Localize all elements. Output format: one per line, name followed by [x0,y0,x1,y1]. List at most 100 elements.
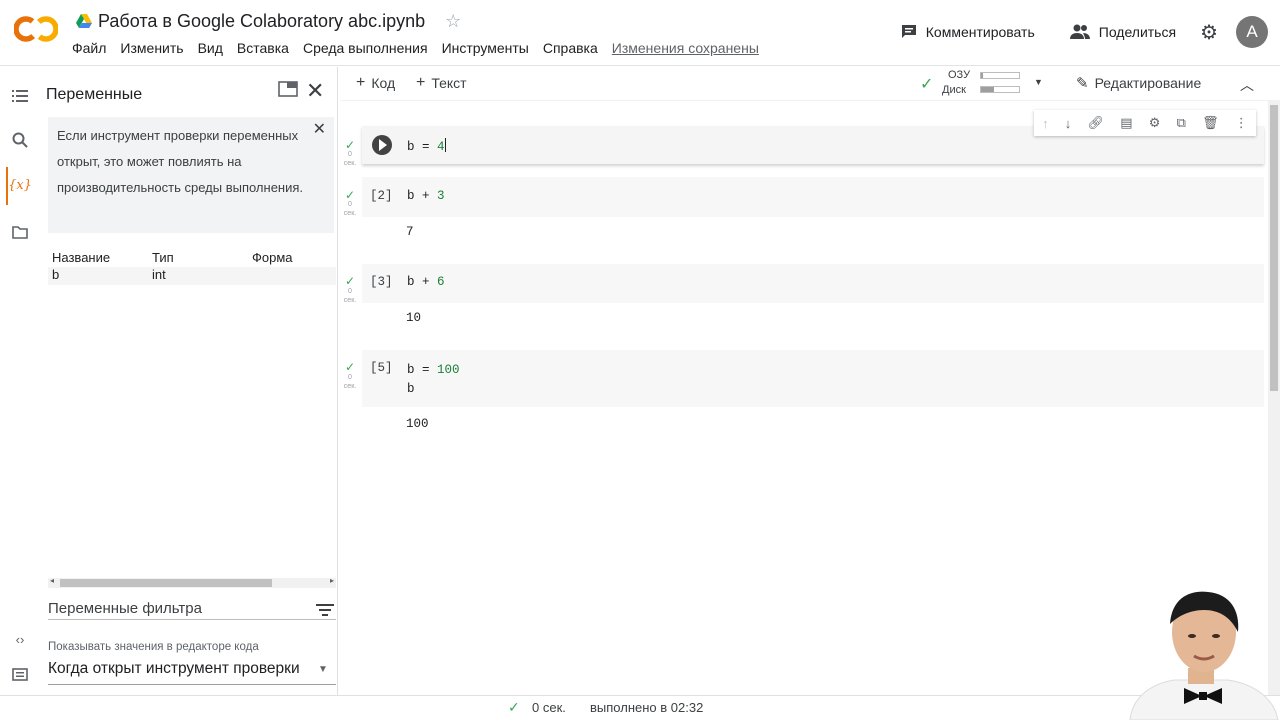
col-shape[interactable]: Форма [252,250,293,265]
cell-code[interactable]: b = 4 [407,138,446,154]
saved-status-link[interactable]: Изменения сохранены [612,40,759,56]
ram-label: ОЗУ [948,69,971,81]
cell-settings-gear-icon[interactable]: ⚙ [1149,115,1161,131]
editing-mode-button[interactable]: ✎ Редактирование [1076,74,1201,92]
scroll-left-arrow-icon[interactable]: ◂ [50,576,54,585]
account-avatar[interactable]: A [1236,16,1268,48]
cell-exec-time: 0 сек. [343,374,357,390]
col-name[interactable]: Название [52,250,110,265]
open-in-tab-icon[interactable] [278,81,298,102]
ram-usage-bar [980,72,1020,79]
menu-view[interactable]: Вид [198,40,223,56]
link-icon[interactable]: 🔗︎ [1088,115,1105,131]
menu-edit[interactable]: Изменить [120,40,183,56]
share-label: Поделиться [1098,24,1177,40]
disk-label: Диск [942,84,966,96]
cell-output: 100 [406,417,429,431]
header: Работа в Google Colaboratory abc.ipynb ☆… [0,0,1280,66]
mirror-cell-icon[interactable]: ⧉ [1177,115,1186,131]
cell-output: 7 [406,225,414,239]
resources-dropdown-icon[interactable]: ▼ [1034,77,1043,87]
cell-toolbar: ↑ ↓ 🔗︎ ▤ ⚙ ⧉ 🗑︎ ⋮ [1034,110,1256,136]
select-dropdown-arrow-icon[interactable]: ▼ [318,664,328,675]
add-text-label: Текст [431,75,467,91]
filter-underline [48,619,336,620]
star-icon[interactable]: ☆ [445,11,461,32]
table-of-contents-icon[interactable] [10,86,30,106]
scroll-right-arrow-icon[interactable]: ▸ [330,576,334,585]
move-up-arrow-icon[interactable]: ↑ [1042,116,1049,131]
menu-tools[interactable]: Инструменты [442,40,529,56]
run-cell-button[interactable] [372,135,392,155]
editing-label: Редактирование [1094,75,1202,91]
disk-usage-fill [981,87,995,92]
filter-variables-field[interactable]: Переменные фильтра [48,600,202,617]
menu-file[interactable]: Файл [72,40,106,56]
ram-usage-fill [981,73,983,78]
pencil-icon: ✎ [1076,75,1089,92]
move-down-arrow-icon[interactable]: ↓ [1065,116,1072,131]
horizontal-scroll-thumb[interactable] [60,579,272,587]
status-duration: 0 сек. [532,700,566,715]
variable-name: b [52,267,60,282]
code-cell[interactable]: [5] b = 100 b [362,350,1264,407]
people-icon [1069,24,1090,39]
cell-code[interactable]: b + 6 [407,275,445,289]
more-vert-icon[interactable]: ⋮ [1235,115,1248,131]
menu-help[interactable]: Справка [543,40,598,56]
close-panel-icon[interactable]: ✕ [306,78,324,104]
search-icon[interactable] [10,130,30,150]
collapse-header-chevron-icon[interactable]: ︿ [1240,75,1254,95]
select-underline [48,684,336,685]
comment-icon[interactable]: ▤ [1120,115,1132,131]
plus-icon: + [356,74,366,91]
cell-output: 10 [406,311,422,325]
settings-gear-icon[interactable]: ⚙ [1200,20,1218,45]
cell-exec-time: 0 сек. [343,201,357,217]
horizontal-scrollbar[interactable]: ◂ ▸ [48,576,336,588]
menu-runtime[interactable]: Среда выполнения [303,40,428,56]
drive-icon [76,14,92,28]
delete-trash-icon[interactable]: 🗑︎ [1202,115,1219,131]
comment-button[interactable]: Комментировать [892,16,1043,48]
command-palette-icon[interactable] [10,664,30,684]
resources-indicator[interactable]: ✓ ОЗУ Диск ▼ [920,68,1043,100]
cell-code[interactable]: b + 3 [407,189,445,203]
cell-exec-time: 0 сек. [343,288,357,304]
code-cell[interactable]: [3] b + 6 [362,264,1264,303]
add-code-button[interactable]: + Код [356,74,395,92]
files-folder-icon[interactable] [10,222,30,242]
status-check-icon: ✓ [508,699,520,715]
menu-bar: Файл Изменить Вид Вставка Среда выполнен… [72,40,759,56]
panel-title: Переменные [46,86,143,103]
variables-icon[interactable]: {x} [8,175,32,195]
status-bar: ✓ 0 сек. выполнено в 02:32 [0,695,1280,720]
variables-panel: Переменные ✕ Если инструмент проверки пе… [40,67,338,695]
show-values-select[interactable]: Когда открыт инструмент проверки [48,660,336,682]
notebook-title[interactable]: Работа в Google Colaboratory abc.ipynb [98,11,425,32]
status-check-icon: ✓ [345,274,356,288]
vertical-scroll-thumb[interactable] [1270,105,1278,391]
cell-code[interactable]: b = 100 b [407,361,460,399]
add-text-button[interactable]: + Текст [416,74,467,92]
comment-icon [901,25,916,38]
dismiss-info-icon[interactable]: ✕ [313,119,326,139]
show-values-label: Показывать значения в редакторе кода [48,641,259,653]
share-button[interactable]: Поделиться [1061,16,1184,48]
left-rail: {x} ‹› [0,67,40,695]
header-actions: Комментировать Поделиться ⚙ A [892,16,1268,48]
execution-count: [3] [370,275,393,289]
variable-row[interactable]: b int [48,267,336,285]
code-cell[interactable]: [2] b + 3 [362,177,1264,217]
menu-insert[interactable]: Вставка [237,40,289,56]
disk-usage-bar [980,86,1020,93]
col-type[interactable]: Тип [152,250,174,265]
connected-check-icon: ✓ [920,76,934,93]
status-check-icon: ✓ [345,360,356,374]
webcam-overlay-image [1122,588,1280,720]
cell-exec-time: 0 сек. [343,151,357,167]
execution-count: [5] [370,361,393,375]
code-snippets-icon[interactable]: ‹› [10,629,30,649]
info-banner: Если инструмент проверки переменных откр… [48,117,334,233]
colab-logo-icon[interactable] [14,14,58,44]
